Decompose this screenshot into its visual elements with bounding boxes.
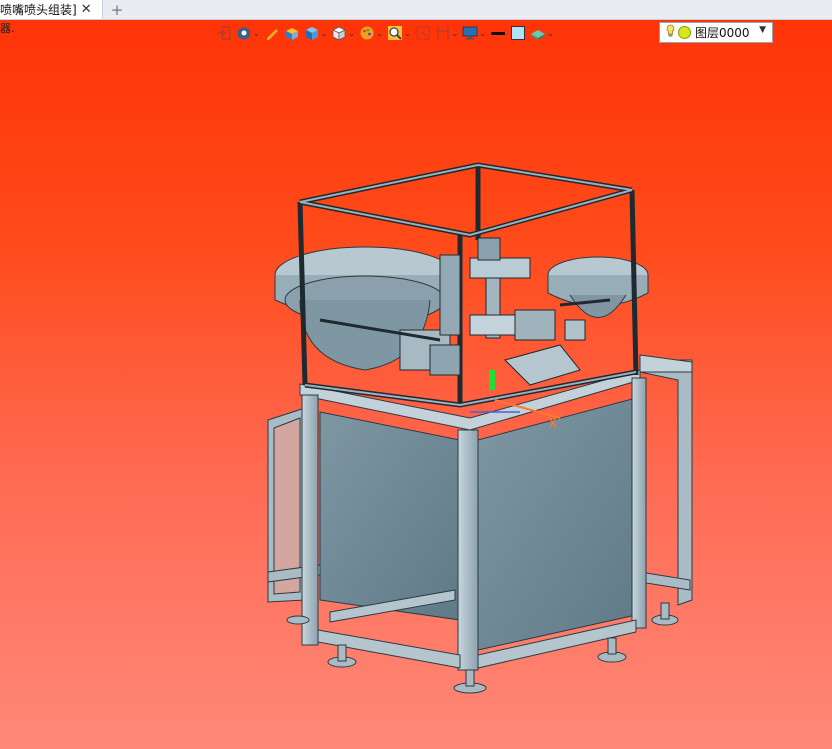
front-right-panel	[477, 397, 637, 651]
svg-text:X: X	[548, 416, 558, 432]
assembly-machine-model[interactable]: X	[0, 0, 832, 749]
side-shelf	[639, 354, 693, 373]
rear-right-frame	[639, 354, 693, 606]
front-left-panel	[319, 411, 461, 621]
